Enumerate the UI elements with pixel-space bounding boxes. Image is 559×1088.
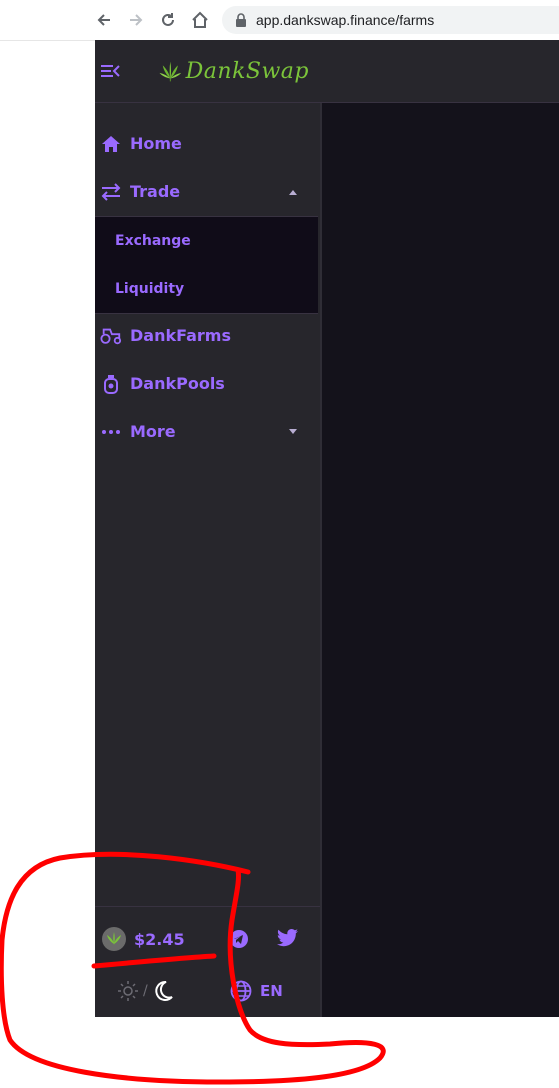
logo-text: DankSwap <box>185 58 309 84</box>
trade-submenu: Exchange Liquidity <box>95 216 318 314</box>
menu-collapse-icon[interactable] <box>100 61 120 81</box>
sidebar-item-label: DankFarms <box>130 326 231 345</box>
home-icon <box>100 134 122 154</box>
url-text: app.dankswap.finance/farms <box>256 12 435 28</box>
pool-icon <box>100 374 122 394</box>
theme-toggle[interactable]: / <box>117 979 174 1003</box>
tractor-icon <box>100 326 122 346</box>
submenu-item-label: Liquidity <box>115 281 185 297</box>
sidebar: Home Trade Exchange Liquidity DankFarms … <box>95 103 322 1017</box>
app-header: DankSwap <box>95 40 559 103</box>
sidebar-item-label: More <box>130 422 176 441</box>
moon-icon[interactable] <box>152 980 174 1002</box>
browser-toolbar: app.dankswap.finance/farms <box>0 0 559 41</box>
main-content <box>322 103 559 1017</box>
token-price[interactable]: $2.45 <box>102 927 185 951</box>
sidebar-item-label: Trade <box>130 182 181 201</box>
sidebar-item-trade[interactable]: Trade <box>95 168 320 216</box>
telegram-icon[interactable] <box>229 929 251 949</box>
chevron-up-icon <box>289 190 297 195</box>
chevron-down-icon <box>289 429 297 434</box>
home-icon[interactable] <box>188 8 212 32</box>
sun-icon[interactable] <box>117 980 139 1002</box>
sidebar-footer: $2.45 / EN <box>95 906 320 1018</box>
reload-icon[interactable] <box>156 8 180 32</box>
token-price-value: $2.45 <box>134 929 185 949</box>
language-label: EN <box>260 982 283 1000</box>
cannabis-leaf-icon <box>159 61 182 82</box>
sidebar-item-more[interactable]: More <box>95 408 320 456</box>
language-selector[interactable]: EN <box>230 979 283 1003</box>
sidebar-item-dankfarms[interactable]: DankFarms <box>95 312 320 360</box>
cannabis-leaf-icon <box>102 927 126 951</box>
twitter-icon[interactable] <box>277 929 299 949</box>
sidebar-item-dankpools[interactable]: DankPools <box>95 360 320 408</box>
sidebar-item-label: Home <box>130 134 182 153</box>
lock-icon[interactable] <box>234 13 248 27</box>
arrow-right-icon[interactable] <box>124 8 148 32</box>
address-bar[interactable]: app.dankswap.finance/farms <box>222 6 559 34</box>
globe-icon <box>230 980 252 1002</box>
logo[interactable]: DankSwap <box>159 47 309 95</box>
app-window: DankSwap Home Trade Exchange Liquidity D… <box>95 40 559 1017</box>
swap-icon <box>100 182 122 202</box>
sidebar-item-label: DankPools <box>130 374 225 393</box>
arrow-left-icon[interactable] <box>92 8 116 32</box>
submenu-item-label: Exchange <box>115 233 191 249</box>
more-icon <box>100 422 122 442</box>
theme-separator: / <box>143 983 148 999</box>
submenu-item-exchange[interactable]: Exchange <box>95 217 318 265</box>
submenu-item-liquidity[interactable]: Liquidity <box>95 265 318 313</box>
sidebar-item-home[interactable]: Home <box>95 120 320 168</box>
